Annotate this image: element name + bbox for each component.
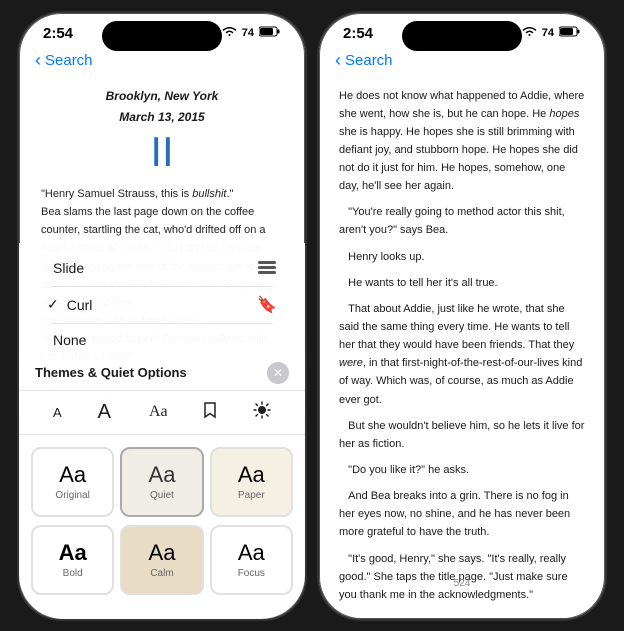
right-wifi-icon: [522, 26, 537, 40]
theme-paper-label: Paper: [238, 490, 265, 501]
themes-header: Themes & Quiet Options ✕: [19, 360, 305, 390]
book-header: Brooklyn, New York March 13, 2015 II: [41, 87, 283, 176]
right-time: 2:54: [343, 25, 373, 42]
theme-original-aa: Aa: [59, 462, 86, 488]
back-arrow-icon: ‹: [35, 50, 41, 71]
theme-focus[interactable]: Aa Focus: [210, 525, 293, 595]
battery-visual: [259, 26, 281, 40]
close-button[interactable]: ✕: [267, 362, 289, 384]
wifi-icon: [222, 26, 237, 40]
none-label: None: [53, 332, 86, 348]
phones-container: 2:54 74: [17, 11, 607, 621]
theme-quiet[interactable]: Aa Quiet: [120, 447, 203, 517]
svg-text:Aa: Aa: [149, 403, 167, 419]
transition-none[interactable]: None: [35, 324, 289, 356]
theme-calm-aa: Aa: [149, 540, 176, 566]
theme-bold-label: Bold: [63, 568, 83, 579]
theme-quiet-aa: Aa: [149, 462, 176, 488]
theme-paper-aa: Aa: [238, 462, 265, 488]
left-nav-back-label: Search: [45, 52, 93, 69]
right-battery-visual: [559, 26, 581, 40]
left-phone: 2:54 74: [17, 11, 307, 621]
book-date: March 13, 2015: [41, 108, 283, 127]
theme-quiet-label: Quiet: [150, 490, 174, 501]
font-small-btn[interactable]: A: [45, 401, 70, 424]
right-book-content: He does not know what happened to Addie,…: [319, 77, 605, 607]
theme-original-label: Original: [55, 490, 89, 501]
theme-cards-row2: Aa Bold Aa Calm Aa Focus: [19, 525, 305, 595]
theme-focus-aa: Aa: [238, 540, 265, 566]
book-chapter: II: [41, 129, 283, 175]
slide-icon: [257, 259, 277, 278]
theme-calm-label: Calm: [150, 568, 173, 579]
bottom-panel: Slide ✓ Curl: [19, 243, 305, 619]
theme-cards-row1: Aa Original Aa Quiet Aa Paper: [19, 443, 305, 521]
right-phone: 2:54 74: [317, 11, 607, 621]
transition-slide[interactable]: Slide: [35, 251, 289, 286]
bookmark-btn[interactable]: [195, 397, 225, 428]
theme-bold-aa: Aa: [59, 540, 87, 566]
curl-label: Curl: [67, 297, 93, 313]
page-number: 524: [319, 578, 605, 589]
theme-calm[interactable]: Aa Calm: [120, 525, 203, 595]
book-location: Brooklyn, New York: [41, 87, 283, 106]
slide-label: Slide: [53, 260, 84, 276]
transition-curl[interactable]: ✓ Curl 🔖: [35, 287, 289, 323]
theme-focus-label: Focus: [238, 568, 265, 579]
curl-icon: 🔖: [257, 295, 277, 315]
right-battery-icon: 74: [542, 27, 554, 39]
battery-icon: 74: [242, 27, 254, 39]
transition-options: Slide ✓ Curl: [19, 251, 305, 356]
left-time: 2:54: [43, 25, 73, 42]
theme-bold[interactable]: Aa Bold: [31, 525, 114, 595]
font-large-btn[interactable]: A: [90, 397, 119, 428]
brightness-btn[interactable]: [245, 397, 279, 428]
controls-row: A A Aa: [19, 390, 305, 435]
dynamic-island: [102, 21, 222, 51]
right-dynamic-island: [402, 21, 522, 51]
themes-label: Themes & Quiet Options: [35, 365, 187, 380]
curl-check: ✓: [47, 296, 59, 313]
right-nav-back-label: Search: [345, 52, 393, 69]
right-back-arrow-icon: ‹: [335, 50, 341, 71]
font-type-btn[interactable]: Aa: [139, 397, 175, 428]
theme-original[interactable]: Aa Original: [31, 447, 114, 517]
theme-paper[interactable]: Aa Paper: [210, 447, 293, 517]
